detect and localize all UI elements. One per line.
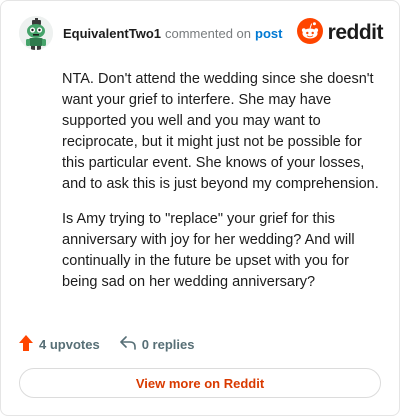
comment-header: EquivalentTwo1 commented on post reddit [19, 16, 384, 50]
reply-arrow-icon [119, 335, 142, 353]
action-text: commented on [165, 25, 251, 41]
upvotes-label: 4 upvotes [39, 336, 100, 352]
replies-label: 0 replies [141, 336, 195, 352]
post-link[interactable]: post [255, 26, 282, 41]
user-avatar-icon[interactable] [19, 16, 53, 50]
comment-paragraph-1: NTA. Don't attend the wedding since she … [62, 71, 379, 192]
reddit-brand[interactable]: reddit [296, 17, 384, 49]
view-more-button[interactable]: View more on Reddit [19, 368, 381, 398]
comment-embed-card: EquivalentTwo1 commented on post reddit [0, 0, 400, 416]
reddit-logo-icon [296, 17, 323, 49]
comment-body: NTA. Don't attend the wedding since she … [62, 69, 380, 307]
comment-paragraph-2: Is Amy trying to "replace" your grief fo… [62, 211, 355, 290]
comment-meta: EquivalentTwo1 commented on post [63, 26, 282, 41]
comment-stats: 4 upvotes 0 replies [19, 334, 194, 354]
upvote-arrow-icon [19, 334, 39, 354]
upvotes-stat[interactable]: 4 upvotes [19, 334, 100, 354]
replies-stat[interactable]: 0 replies [119, 335, 195, 353]
reddit-wordmark: reddit [327, 21, 384, 44]
username-link[interactable]: EquivalentTwo1 [63, 26, 161, 41]
